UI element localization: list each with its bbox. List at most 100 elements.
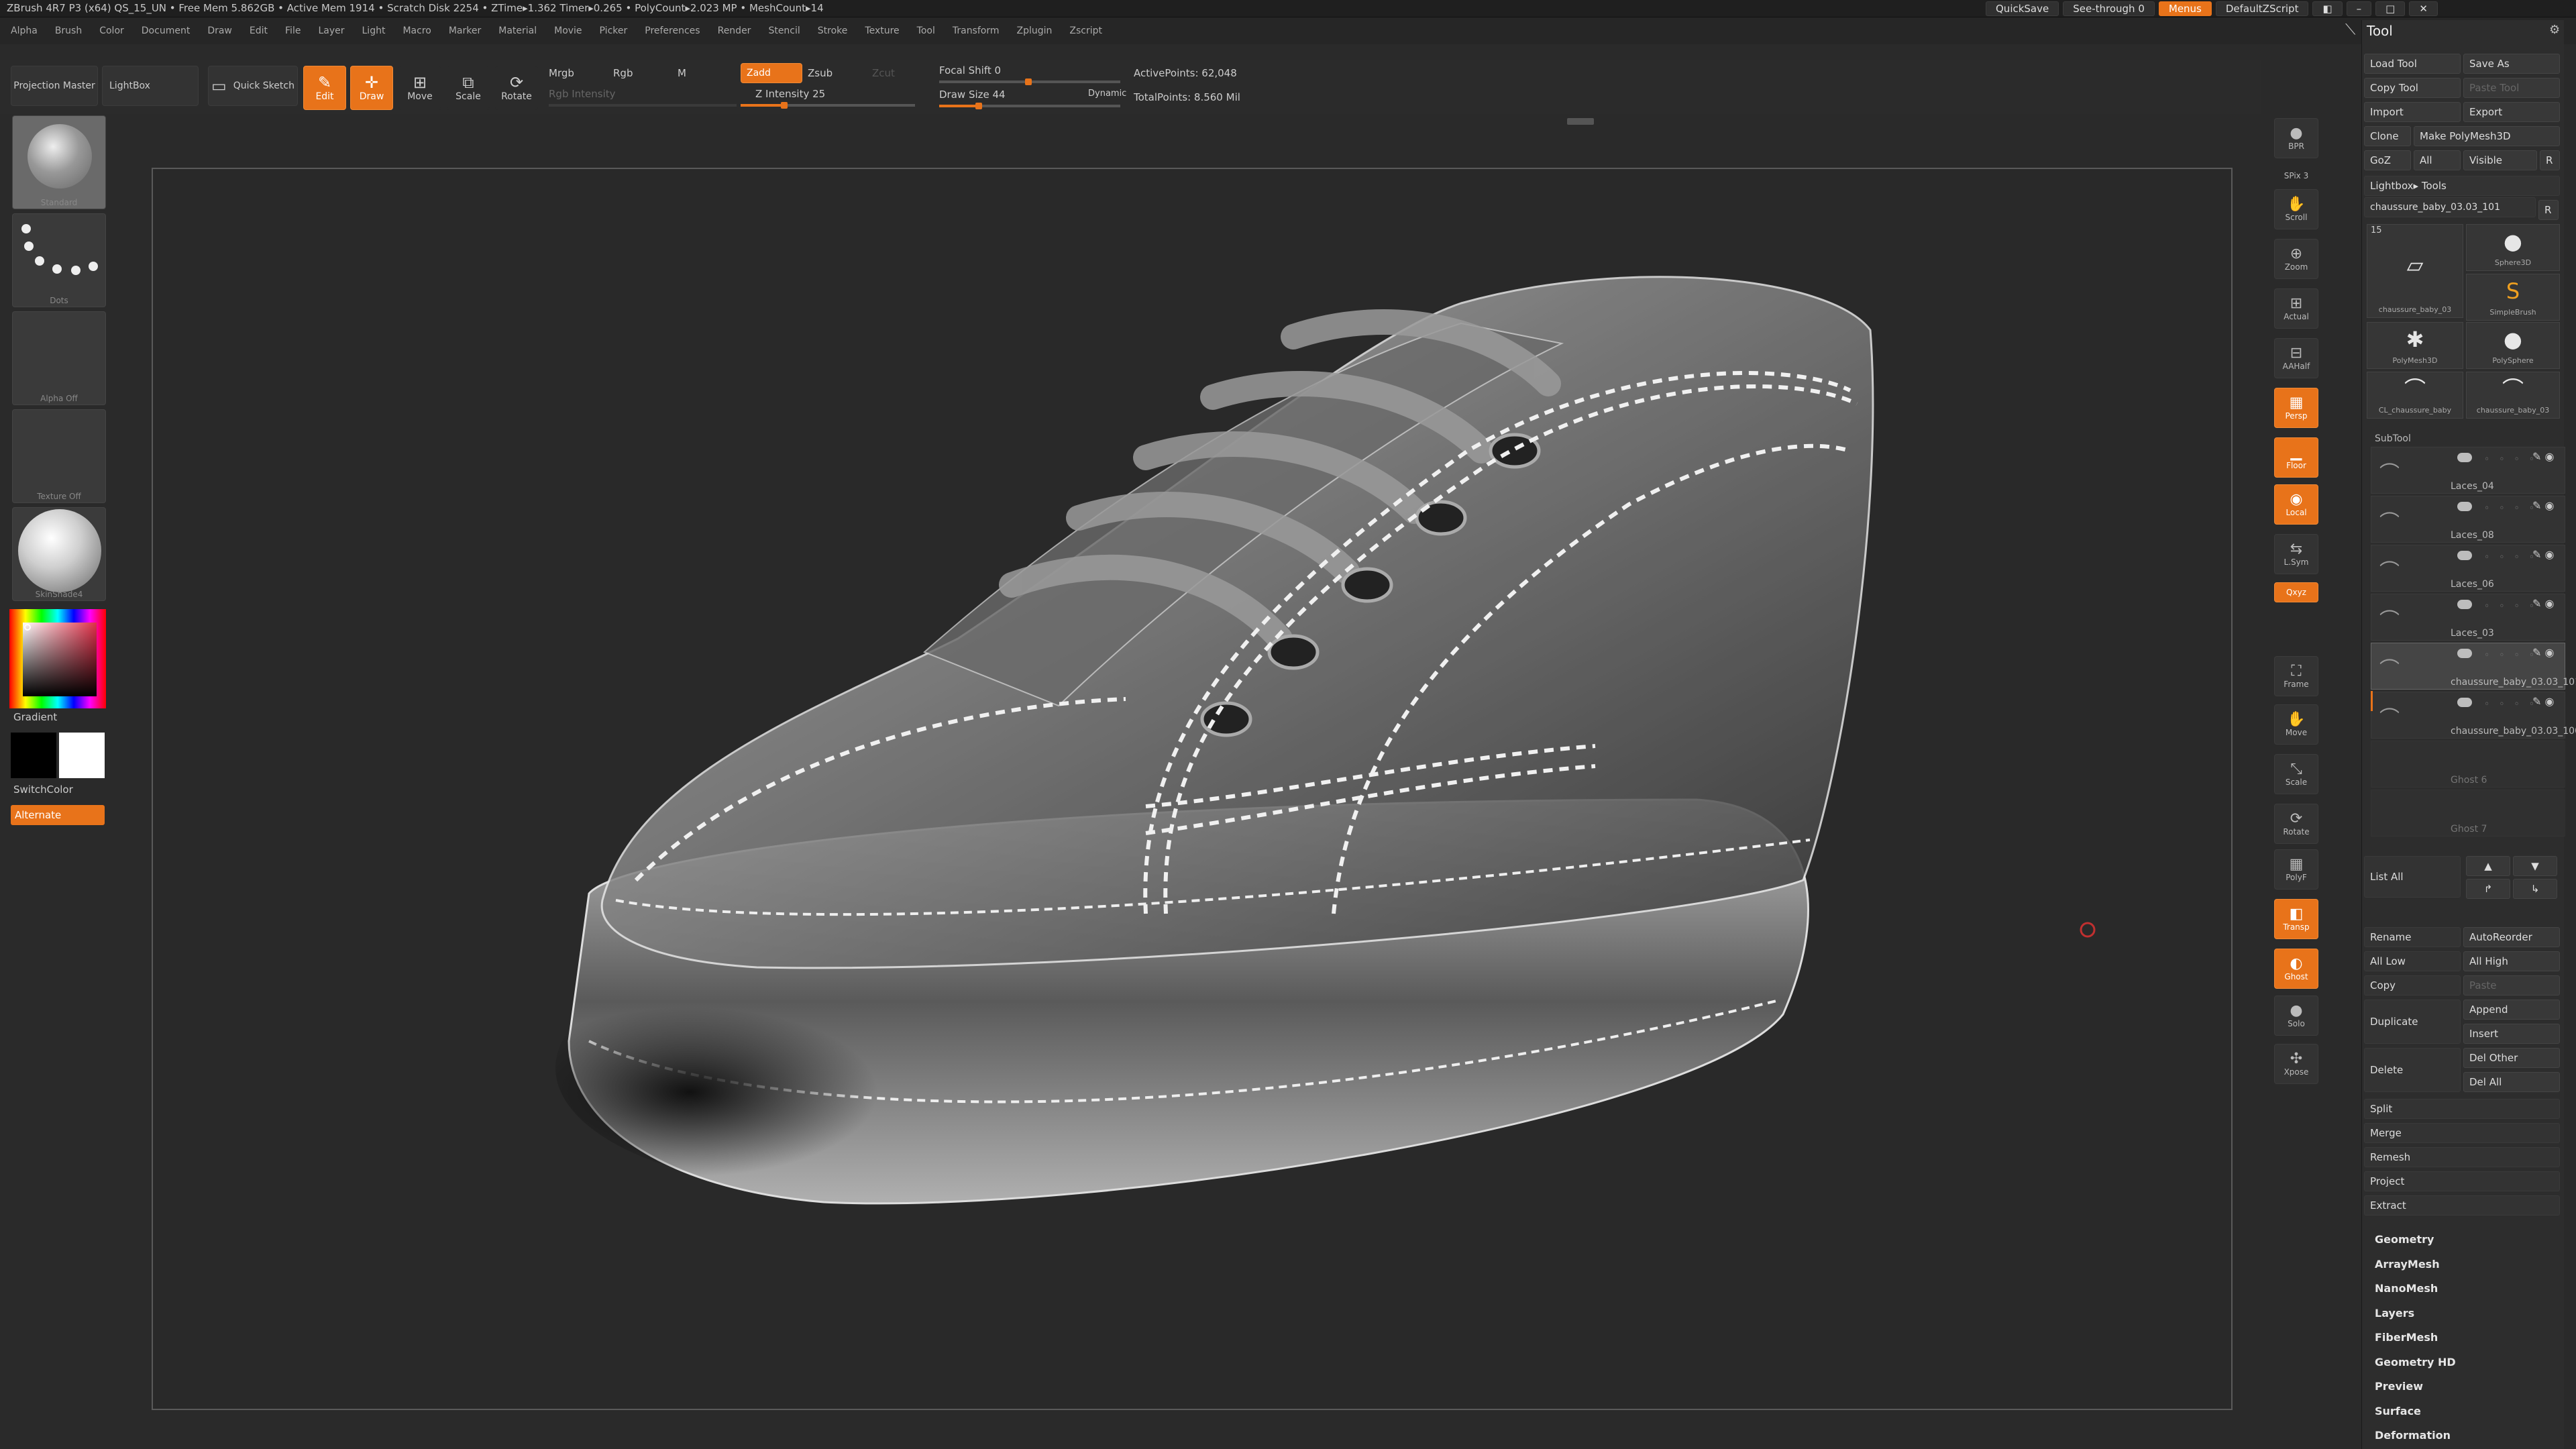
scroll-button[interactable]: ✋ Scroll bbox=[2274, 189, 2318, 229]
menu-movie[interactable]: Movie bbox=[554, 25, 582, 36]
subtool-brush-eye-icon[interactable]: ✎ ◉ bbox=[2532, 548, 2554, 561]
menu-file[interactable]: File bbox=[285, 25, 301, 36]
draw-size-knob[interactable] bbox=[975, 103, 983, 109]
goz-all-button[interactable]: All bbox=[2414, 150, 2461, 170]
paste-tool-button[interactable]: Paste Tool bbox=[2463, 78, 2560, 98]
menu-macro[interactable]: Macro bbox=[402, 25, 431, 36]
arrow-up-icon[interactable]: ↱ bbox=[2466, 879, 2510, 899]
color-cursor-icon[interactable] bbox=[24, 624, 31, 631]
spix-button[interactable]: SPix 3 bbox=[2274, 168, 2318, 184]
see-through-slider[interactable]: See-through 0 bbox=[2063, 1, 2155, 16]
del-other-button[interactable]: Del Other bbox=[2463, 1048, 2560, 1068]
layout-icon[interactable]: ◧ bbox=[2312, 1, 2343, 16]
export-button[interactable]: Export bbox=[2463, 102, 2560, 122]
clone-button[interactable]: Clone bbox=[2364, 126, 2411, 146]
all-high-button[interactable]: All High bbox=[2463, 951, 2560, 971]
import-button[interactable]: Import bbox=[2364, 102, 2461, 122]
tool-thumb[interactable]: ▱ chaussure_baby_03 bbox=[2367, 224, 2463, 318]
section-fibermesh[interactable]: FiberMesh bbox=[2375, 1331, 2438, 1344]
move-button[interactable]: ✋ Move bbox=[2274, 704, 2318, 745]
document-canvas[interactable] bbox=[152, 168, 2233, 1410]
section-nanomesh[interactable]: NanoMesh bbox=[2375, 1282, 2438, 1295]
actual-button[interactable]: ⊞ Actual bbox=[2274, 288, 2318, 329]
del-all-button[interactable]: Del All bbox=[2463, 1072, 2560, 1092]
subtool-brush-eye-icon[interactable]: ✎ ◉ bbox=[2532, 499, 2554, 512]
menu-zplugin[interactable]: Zplugin bbox=[1017, 25, 1053, 36]
menu-tool[interactable]: Tool bbox=[917, 25, 935, 36]
zsub-button[interactable]: Zsub bbox=[808, 67, 833, 79]
projection-master-button[interactable]: Projection Master bbox=[11, 66, 98, 106]
persp-button[interactable]: ▦ Persp bbox=[2274, 388, 2318, 428]
subtool-brush-eye-icon[interactable]: ✎ ◉ bbox=[2532, 695, 2554, 708]
menu-light[interactable]: Light bbox=[362, 25, 386, 36]
move-down-icon[interactable]: ▼ bbox=[2513, 856, 2557, 876]
menu-marker[interactable]: Marker bbox=[449, 25, 481, 36]
edit-button[interactable]: ✎ Edit bbox=[303, 66, 346, 110]
zcut-button[interactable]: Zcut bbox=[872, 67, 895, 79]
xpose-button[interactable]: ✣ Xpose bbox=[2274, 1044, 2318, 1084]
goz-button[interactable]: GoZ bbox=[2364, 150, 2411, 170]
pin-icon[interactable]: ⟍ bbox=[2345, 21, 2355, 38]
scale-button[interactable]: ⧉ Scale bbox=[447, 66, 490, 110]
menu-texture[interactable]: Texture bbox=[865, 25, 899, 36]
zadd-button[interactable]: Zadd bbox=[741, 63, 802, 83]
menu-layer[interactable]: Layer bbox=[318, 25, 344, 36]
shoe-model-viewport[interactable] bbox=[153, 169, 2231, 1409]
subtool-header[interactable]: SubTool bbox=[2375, 433, 2411, 444]
section-layers[interactable]: Layers bbox=[2375, 1307, 2414, 1320]
tool-thumb[interactable]: ⌒ chaussure_baby_03 bbox=[2466, 372, 2560, 419]
subtool-scrollbar[interactable] bbox=[2371, 691, 2373, 711]
menu-stencil[interactable]: Stencil bbox=[768, 25, 800, 36]
subtool-item[interactable]: Ghost 7 bbox=[2371, 790, 2565, 837]
subtool-item[interactable]: ⌒ ◦◦◦◦ ✎ ◉ chaussure_baby_03.03_100 bbox=[2371, 692, 2576, 739]
color-picker[interactable] bbox=[9, 609, 106, 708]
focal-shift-slider[interactable]: Focal Shift 0 bbox=[939, 64, 1001, 76]
extract-button[interactable]: Extract bbox=[2364, 1195, 2560, 1216]
project-button[interactable]: Project bbox=[2364, 1171, 2560, 1191]
subtool-item[interactable]: Ghost 6 bbox=[2371, 741, 2565, 788]
close-icon[interactable]: ✕ bbox=[2409, 1, 2438, 16]
section-geometry[interactable]: Geometry bbox=[2375, 1233, 2434, 1246]
panel-settings-icon[interactable]: ⚙ bbox=[2549, 23, 2560, 37]
polyf-button[interactable]: ▦ PolyF bbox=[2274, 849, 2318, 890]
texture-thumbnail[interactable]: Texture Off bbox=[12, 409, 106, 503]
menu-draw[interactable]: Draw bbox=[207, 25, 232, 36]
menu-alpha[interactable]: Alpha bbox=[11, 25, 38, 36]
copy-subtool-button[interactable]: Copy bbox=[2364, 975, 2461, 996]
z-intensity-track[interactable] bbox=[741, 102, 915, 109]
all-low-button[interactable]: All Low bbox=[2364, 951, 2461, 971]
alpha-thumbnail[interactable]: Alpha Off bbox=[12, 311, 106, 405]
section-preview[interactable]: Preview bbox=[2375, 1380, 2423, 1393]
lsym-button[interactable]: ⇆ L.Sym bbox=[2274, 534, 2318, 574]
menus-button[interactable]: Menus bbox=[2158, 1, 2212, 16]
solo-button[interactable]: ● Solo bbox=[2274, 996, 2318, 1036]
default-zscript-button[interactable]: DefaultZScript bbox=[2215, 1, 2309, 16]
lightbox-tools-button[interactable]: Lightbox▸ Tools bbox=[2364, 176, 2560, 196]
secondary-color-swatch[interactable] bbox=[11, 733, 56, 778]
brush-thumbnail[interactable]: Standard bbox=[12, 115, 106, 209]
rename-button[interactable]: Rename bbox=[2364, 927, 2461, 947]
visibility-toggle-icon[interactable] bbox=[2457, 453, 2472, 462]
rgb-button[interactable]: Rgb bbox=[613, 67, 633, 79]
goz-r-button[interactable]: R bbox=[2540, 150, 2560, 170]
draw-size-slider[interactable]: Draw Size 44 bbox=[939, 89, 1006, 101]
z-intensity-knob[interactable] bbox=[781, 102, 788, 109]
minimize-icon[interactable]: – bbox=[2346, 1, 2372, 16]
stroke-thumbnail[interactable]: Dots bbox=[12, 213, 106, 307]
draw-size-track[interactable] bbox=[939, 103, 1120, 109]
rotate-button[interactable]: ⟳ Rotate bbox=[2274, 804, 2318, 844]
visibility-toggle-icon[interactable] bbox=[2457, 649, 2472, 658]
duplicate-button[interactable]: Duplicate bbox=[2364, 1000, 2461, 1044]
menu-picker[interactable]: Picker bbox=[600, 25, 628, 36]
gradient-button[interactable]: Gradient bbox=[13, 711, 57, 723]
visibility-toggle-icon[interactable] bbox=[2457, 600, 2472, 609]
subtool-brush-eye-icon[interactable]: ✎ ◉ bbox=[2532, 597, 2554, 610]
insert-button[interactable]: Insert bbox=[2463, 1024, 2560, 1044]
make-polymesh-button[interactable]: Make PolyMesh3D bbox=[2414, 126, 2560, 146]
menu-brush[interactable]: Brush bbox=[55, 25, 82, 36]
merge-button[interactable]: Merge bbox=[2364, 1123, 2560, 1143]
section-geometry-hd[interactable]: Geometry HD bbox=[2375, 1356, 2456, 1368]
main-color-swatch[interactable] bbox=[59, 733, 105, 778]
menu-zscript[interactable]: Zscript bbox=[1069, 25, 1102, 36]
alternate-button[interactable]: Alternate bbox=[11, 805, 105, 825]
